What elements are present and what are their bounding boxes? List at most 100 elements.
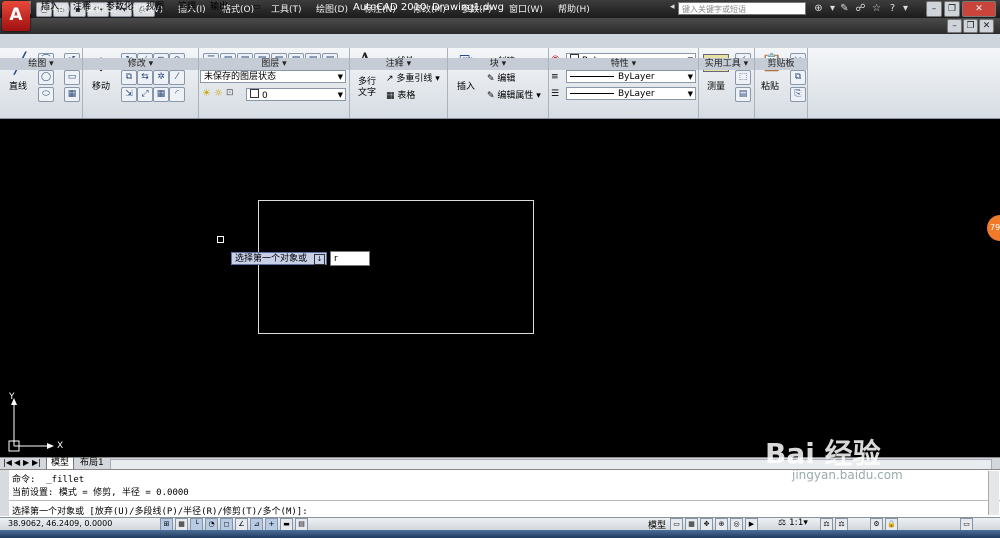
copy-clip-icon[interactable]: ⧉ bbox=[790, 70, 806, 85]
panel-annotation-title[interactable]: 注释 ▾ bbox=[350, 58, 447, 70]
help-icon[interactable]: ? bbox=[886, 2, 899, 15]
command-history-line: 命令: _fillet bbox=[12, 475, 85, 485]
explode-icon[interactable]: ✲ bbox=[153, 70, 169, 85]
doc-restore-button[interactable]: ❐ bbox=[963, 19, 978, 33]
doc-close-button[interactable]: ✕ bbox=[979, 19, 994, 33]
menu-tools[interactable]: 工具(T) bbox=[271, 2, 302, 15]
edit-attributes-button[interactable]: ✎ 编辑属性 ▾ bbox=[487, 88, 541, 101]
menu-dimension[interactable]: 标注(N) bbox=[364, 2, 396, 15]
layout-nav-next-icon[interactable]: ▶ bbox=[23, 458, 29, 467]
edit-block-button[interactable]: ✎ 编辑 bbox=[487, 71, 515, 84]
tools-icon[interactable]: ✎ bbox=[838, 2, 851, 15]
ribbon-minimize-icon[interactable]: ▭ bbox=[250, 1, 264, 13]
panel-modify-title[interactable]: 修改 ▾ bbox=[83, 58, 198, 70]
menu-parametric[interactable]: 参数(P) bbox=[461, 2, 491, 15]
layer-color-swatch bbox=[250, 89, 259, 98]
array-icon[interactable]: ▦ bbox=[153, 87, 169, 102]
select-icon[interactable]: ⬚ bbox=[735, 70, 751, 85]
command-history-line: 当前设置: 模式 = 修剪, 半径 = 0.0000 bbox=[12, 488, 189, 498]
break-icon[interactable]: ⁄ bbox=[169, 70, 185, 85]
ribbon-tab-bar bbox=[0, 34, 1000, 49]
tab-insert[interactable]: 插入 bbox=[38, 1, 62, 13]
linetype-dropdown[interactable]: ByLayer ▼ bbox=[566, 70, 696, 83]
status-bar bbox=[0, 517, 1000, 531]
annotation-scale-dropdown[interactable]: ⚖ 1:1▾ bbox=[778, 518, 808, 528]
doc-minimize-button[interactable]: – bbox=[947, 19, 962, 33]
close-button[interactable]: ✕ bbox=[962, 1, 996, 17]
dynamic-input-prompt: 选择第一个对象或 bbox=[231, 252, 327, 265]
menu-help[interactable]: 帮助(H) bbox=[558, 2, 590, 15]
panel-properties-title[interactable]: 特性 ▾ bbox=[549, 58, 698, 70]
multileader-button[interactable]: ↗ 多重引线 ▾ bbox=[386, 71, 440, 84]
layout-nav-first-icon[interactable]: |◀ bbox=[3, 458, 12, 467]
binoculars-icon[interactable]: ⊕ bbox=[812, 2, 825, 15]
command-scrollbar[interactable] bbox=[988, 471, 999, 515]
insert-block-label[interactable]: 插入 bbox=[457, 79, 475, 92]
lineweight-preview bbox=[570, 93, 614, 94]
search-arrow-icon[interactable]: ◂ bbox=[670, 2, 675, 12]
layout-nav-last-icon[interactable]: ▶| bbox=[32, 458, 41, 467]
tab-output[interactable]: 输出 bbox=[207, 1, 231, 13]
drawn-rectangle[interactable] bbox=[258, 200, 534, 334]
hatch-icon[interactable]: ▦ bbox=[64, 87, 80, 102]
copy-icon[interactable]: ⧉ bbox=[121, 70, 137, 85]
command-line-grip[interactable] bbox=[0, 470, 9, 516]
lock-icon[interactable]: ⊡ bbox=[226, 88, 234, 98]
command-divider bbox=[9, 500, 1000, 501]
mirror-icon[interactable]: ⇆ bbox=[137, 70, 153, 85]
communication-icon[interactable]: ☍ bbox=[854, 2, 867, 15]
help-dropdown-icon[interactable]: ▾ bbox=[899, 2, 912, 15]
tab-annotate[interactable]: 注释 bbox=[70, 1, 94, 13]
watermark-url: jingyan.baidu.com bbox=[792, 468, 903, 482]
minimize-button[interactable]: – bbox=[926, 1, 942, 17]
panel-utilities-title[interactable]: 实用工具 ▾ bbox=[699, 58, 754, 70]
panel-layers-title[interactable]: 图层 ▾ bbox=[199, 58, 349, 70]
fillet-icon[interactable]: ◜ bbox=[169, 87, 185, 102]
stretch-icon[interactable]: ⇲ bbox=[121, 87, 137, 102]
menu-window[interactable]: 窗口(W) bbox=[509, 2, 543, 15]
move-tool-label[interactable]: 移动 bbox=[92, 79, 110, 92]
lightbulb-icon[interactable]: ☀ bbox=[202, 88, 211, 99]
prompt-options-icon[interactable]: ↓ bbox=[314, 254, 325, 265]
rectangle-icon[interactable]: ▭ bbox=[64, 70, 80, 85]
dynamic-input-field[interactable]: r bbox=[330, 251, 370, 266]
menu-modify[interactable]: 修改(M) bbox=[413, 2, 446, 15]
search-input[interactable]: 键入关键字或短语 bbox=[678, 2, 806, 15]
watermark-logo: Bai 经验 bbox=[765, 437, 881, 470]
tab-parametric[interactable]: 参数化 bbox=[103, 1, 136, 13]
lineweight-dropdown[interactable]: ByLayer ▼ bbox=[566, 87, 696, 100]
tab-view[interactable]: 视图 bbox=[143, 1, 167, 13]
panel-block-title[interactable]: 块 ▾ bbox=[448, 58, 548, 70]
current-layer-dropdown[interactable]: 0 ▼ bbox=[246, 88, 346, 101]
measure-label[interactable]: 测量 bbox=[707, 79, 725, 92]
linetype-preview bbox=[570, 76, 614, 77]
match-properties-icon[interactable]: ⎘ bbox=[790, 87, 806, 102]
multiline-text-label[interactable]: 多行 文字 bbox=[358, 77, 376, 99]
scale-icon[interactable]: ⤢ bbox=[137, 87, 153, 102]
ellipse-icon[interactable]: ⬭ bbox=[38, 87, 54, 102]
application-menu-button[interactable]: A bbox=[2, 1, 30, 31]
line-tool-label[interactable]: 直线 bbox=[9, 79, 27, 92]
linetype-icon: ≡ bbox=[551, 72, 559, 82]
tab-layout1[interactable]: 布局1 bbox=[76, 458, 108, 469]
calculator-icon[interactable]: ▤ bbox=[735, 87, 751, 102]
menu-draw[interactable]: 绘图(D) bbox=[316, 2, 348, 15]
restore-button[interactable]: ❐ bbox=[944, 1, 960, 17]
ucs-y-label: Y bbox=[9, 392, 15, 402]
paste-label[interactable]: 粘贴 bbox=[761, 79, 779, 92]
favorites-star-icon[interactable]: ☆ bbox=[870, 2, 883, 15]
pickbox-cursor bbox=[217, 236, 224, 243]
panel-draw-title[interactable]: 绘图 ▾ bbox=[0, 58, 82, 70]
layer-state-dropdown[interactable]: 未保存的图层状态 ▼ bbox=[200, 70, 346, 83]
circle-icon[interactable]: ◯ bbox=[38, 70, 54, 85]
panel-clipboard-title[interactable]: 剪贴板 bbox=[755, 58, 807, 70]
coordinates-readout[interactable]: 38.9062, 46.2409, 0.0000 bbox=[8, 519, 112, 528]
menu-bar bbox=[0, 18, 1000, 34]
sun-icon[interactable]: ☼ bbox=[214, 88, 223, 99]
lineweight-icon: ☰ bbox=[551, 89, 560, 99]
layout-nav-prev-icon[interactable]: ◀ bbox=[14, 458, 20, 467]
windows-taskbar bbox=[0, 530, 1000, 538]
table-button[interactable]: ▦ 表格 bbox=[386, 88, 415, 101]
command-prompt-line[interactable]: 选择第一个对象或 [放弃(U)/多段线(P)/半径(R)/修剪(T)/多个(M)… bbox=[12, 504, 308, 517]
tab-manage[interactable]: 管理 bbox=[175, 1, 199, 13]
